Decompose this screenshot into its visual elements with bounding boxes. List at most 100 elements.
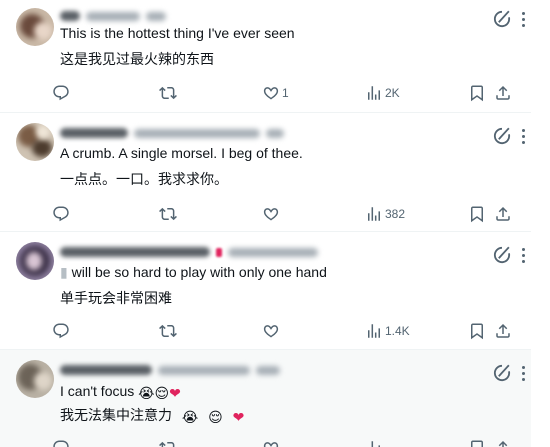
views-button[interactable]: 382 (365, 203, 405, 225)
grok-icon[interactable] (491, 362, 513, 384)
avatar[interactable] (16, 8, 54, 46)
reply-button[interactable] (52, 320, 72, 342)
like-button[interactable] (262, 203, 282, 225)
reply-icon (52, 84, 70, 102)
share-icon (494, 205, 512, 223)
share-icon (494, 322, 512, 340)
share-icon (494, 84, 512, 102)
author-handle-blurred[interactable] (228, 247, 318, 257)
repost-button[interactable] (159, 82, 179, 104)
views-count: 382 (385, 207, 406, 221)
share-icon (494, 439, 512, 447)
grok-icon[interactable] (491, 8, 513, 30)
repost-button[interactable] (159, 437, 177, 447)
reply-post-3[interactable]: ▮ will be so hard to play with only one … (0, 232, 531, 350)
blurred-mention: ▮ (60, 264, 68, 280)
post-translation: 单手玩会非常困难 (60, 290, 172, 306)
author-name-blurred[interactable] (60, 247, 210, 257)
post-author-header[interactable] (60, 362, 280, 378)
more-icon[interactable] (515, 8, 531, 30)
share-button[interactable] (494, 320, 512, 342)
post-text: A crumb. A single morsel. I beg of thee. (60, 145, 303, 161)
reply-post-4[interactable]: I can't focus 😭😌❤ 我无法集中注意力 😭 😌 ❤ (0, 350, 531, 447)
like-button[interactable] (262, 320, 282, 342)
heart-emoji: ❤ (169, 385, 181, 401)
author-handle-blurred[interactable] (158, 365, 250, 375)
author-handle-blurred[interactable] (86, 11, 140, 21)
more-icon[interactable] (515, 362, 531, 384)
post-author-header[interactable] (60, 244, 318, 260)
post-text: This is the hottest thing I've ever seen (60, 25, 295, 41)
bookmark-icon (468, 439, 486, 447)
bookmark-button[interactable] (468, 203, 486, 225)
post-author-header[interactable] (60, 8, 166, 24)
like-count: 1 (282, 86, 289, 100)
like-icon (262, 84, 280, 102)
author-name-blurred[interactable] (60, 11, 80, 21)
author-handle-blurred[interactable] (134, 128, 260, 138)
avatar[interactable] (16, 242, 54, 280)
like-button[interactable]: 1 (262, 82, 289, 104)
action-bar (52, 437, 531, 447)
views-icon (365, 439, 383, 447)
views-count: 2K (385, 86, 400, 100)
reply-post-1[interactable]: This is the hottest thing I've ever seen… (0, 0, 531, 113)
bookmark-button[interactable] (468, 320, 486, 342)
action-bar: 1 2K (52, 82, 531, 104)
bookmark-button[interactable] (468, 82, 486, 104)
action-bar: 382 (52, 203, 531, 225)
views-button[interactable] (365, 437, 383, 447)
post-time-blurred[interactable] (146, 11, 166, 21)
relieved-emoji: 😌 (208, 409, 223, 425)
repost-icon (159, 84, 177, 102)
post-text: I can't focus 😭😌❤ (60, 383, 181, 401)
post-author-header[interactable] (60, 125, 284, 141)
relieved-emoji: 😌 (154, 385, 170, 401)
reply-post-2[interactable]: A crumb. A single morsel. I beg of thee.… (0, 113, 531, 232)
reply-icon (52, 205, 70, 223)
views-button[interactable]: 2K (365, 82, 400, 104)
heart-emoji: ❤ (232, 409, 245, 425)
crying-emoji: 😭 (138, 385, 155, 401)
reply-icon (52, 439, 70, 447)
post-time-blurred[interactable] (266, 128, 284, 138)
crying-emoji: 😭 (181, 409, 199, 425)
like-icon (262, 322, 280, 340)
like-icon (262, 205, 280, 223)
reply-icon (52, 322, 70, 340)
avatar[interactable] (16, 360, 54, 398)
bookmark-icon (468, 322, 486, 340)
grok-icon[interactable] (491, 125, 513, 147)
repost-button[interactable] (159, 203, 179, 225)
reply-button[interactable] (52, 203, 72, 225)
action-bar: 1.4K (52, 320, 531, 342)
post-translation: 我无法集中注意力 😭 😌 ❤ (60, 407, 245, 425)
repost-icon (159, 322, 177, 340)
author-name-blurred[interactable] (60, 128, 128, 138)
reply-button[interactable] (52, 437, 70, 447)
repost-button[interactable] (159, 320, 179, 342)
author-name-blurred[interactable] (60, 365, 152, 375)
bookmark-icon (468, 84, 486, 102)
views-button[interactable]: 1.4K (365, 320, 410, 342)
post-translation: 这是我见过最火辣的东西 (60, 51, 214, 67)
repost-icon (159, 205, 177, 223)
reply-button[interactable] (52, 82, 72, 104)
bookmark-button[interactable] (468, 437, 486, 447)
share-button[interactable] (494, 437, 512, 447)
views-count: 1.4K (385, 324, 410, 338)
share-button[interactable] (494, 203, 512, 225)
reply-feed: This is the hottest thing I've ever seen… (0, 0, 531, 447)
grok-icon[interactable] (491, 244, 513, 266)
bookmark-icon (468, 205, 486, 223)
more-icon[interactable] (515, 125, 531, 147)
repost-icon (159, 439, 177, 447)
views-icon (365, 205, 383, 223)
more-icon[interactable] (515, 244, 531, 266)
share-button[interactable] (494, 82, 512, 104)
views-icon (365, 322, 383, 340)
post-time-blurred[interactable] (256, 365, 280, 375)
like-button[interactable] (262, 437, 280, 447)
post-translation: 一点点。一口。我求求你。 (60, 171, 228, 187)
avatar[interactable] (16, 123, 54, 161)
